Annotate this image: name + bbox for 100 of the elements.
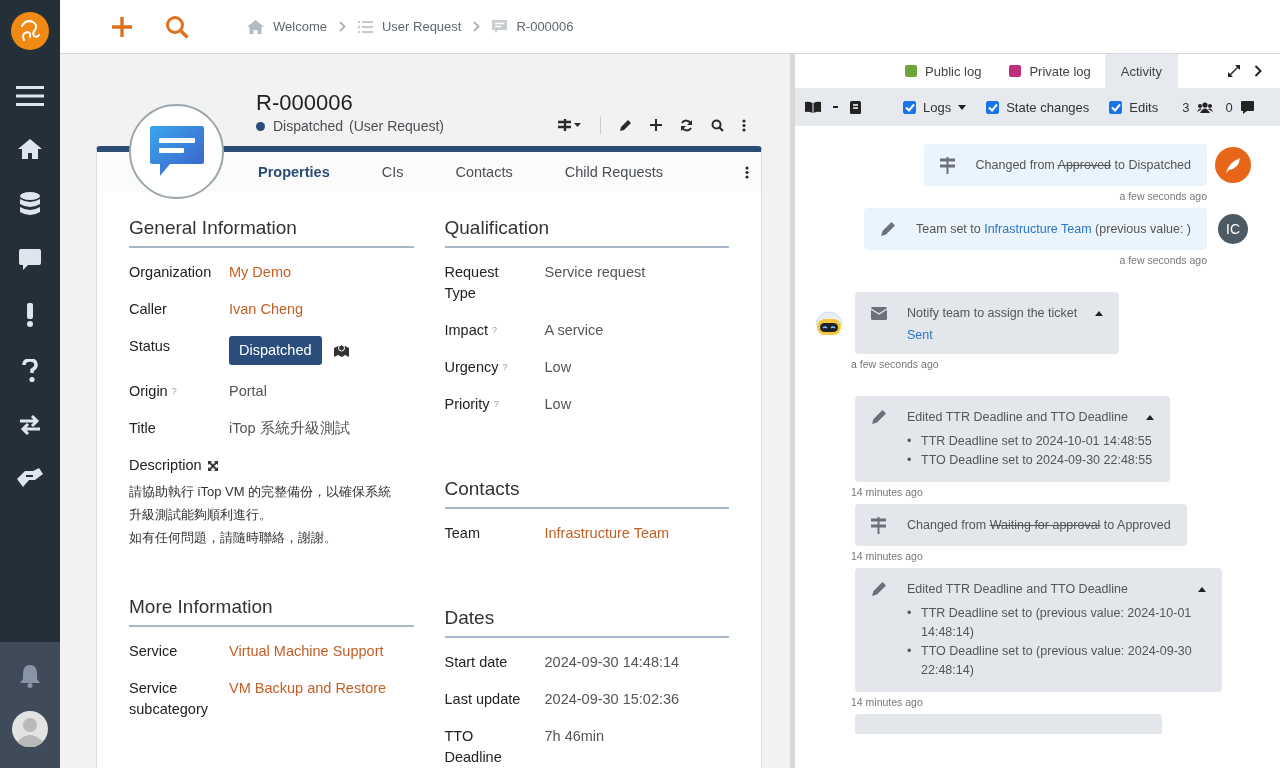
panel-tab[interactable]: Private log	[995, 54, 1105, 88]
field-link[interactable]: My Demo	[229, 262, 292, 283]
checkbox[interactable]	[1109, 100, 1123, 114]
tab[interactable]: Contacts	[439, 152, 529, 192]
comment-icon[interactable]	[1240, 100, 1254, 114]
field-link[interactable]: Infrastructure Team	[544, 523, 670, 544]
field-label: Start date	[444, 654, 508, 670]
field-link[interactable]: VM Backup and Restore	[229, 678, 387, 720]
expand-icon[interactable]	[207, 460, 218, 471]
tab[interactable]: CIs	[365, 152, 420, 192]
field-label: Organization	[129, 264, 212, 280]
envelope-icon	[871, 306, 887, 320]
breadcrumb-link[interactable]: Welcome	[247, 19, 327, 34]
entry-title: Edited TTR Deadline and TTO Deadline	[907, 581, 1128, 598]
timestamp: 14 minutes ago	[850, 550, 924, 562]
help-mark[interactable]: ?	[492, 325, 498, 335]
field-value: Portal	[229, 382, 267, 401]
field-value: 7h 46min	[544, 727, 605, 746]
pencil-icon	[871, 581, 887, 597]
field-value: A service	[544, 321, 604, 340]
chat-icon[interactable]	[18, 248, 42, 271]
field-label: Team	[444, 525, 480, 541]
more-options-icon[interactable]	[745, 165, 749, 179]
field-label: Origin	[129, 383, 168, 399]
question-icon[interactable]	[22, 359, 38, 383]
field-link[interactable]: Virtual Machine Support	[229, 641, 384, 662]
filter-dropdown-icon[interactable]	[558, 119, 582, 131]
checkbox[interactable]	[903, 100, 916, 114]
field-value: Service request	[544, 263, 646, 282]
tab[interactable]: Child Requests	[548, 152, 680, 192]
field-label: Last update	[444, 691, 521, 707]
user-avatar[interactable]	[12, 710, 48, 747]
field-label: TTO Deadline	[444, 728, 502, 765]
chevron-icon	[338, 21, 346, 32]
open-book-icon[interactable]	[805, 101, 821, 113]
section-heading: Dates	[444, 606, 729, 638]
bullet-mark: •	[907, 433, 913, 450]
state-change-text: Changed from Approved to Dispatched	[975, 157, 1191, 174]
plus-icon[interactable]	[650, 119, 662, 131]
status-dot-icon	[256, 121, 265, 131]
swap-arrows-icon[interactable]	[18, 415, 42, 435]
field-label: Caller	[129, 301, 167, 317]
collapse-caret-icon[interactable]	[1095, 310, 1104, 316]
help-mark[interactable]: ?	[502, 362, 508, 372]
pencil-icon	[880, 221, 897, 237]
section-heading: Qualification	[444, 216, 729, 248]
help-mark[interactable]: ?	[171, 386, 177, 396]
caret-icon[interactable]	[958, 104, 967, 110]
pencil-icon[interactable]	[619, 118, 632, 132]
description-text: 請協助執行 iTop VM 的完整備份，以確保系統升級測試能夠順利進行。	[129, 483, 393, 524]
description-text: 如有任何問題，請隨時聯絡，謝謝。	[129, 529, 338, 547]
field-label: Description	[129, 456, 202, 475]
map-icon[interactable]	[333, 344, 349, 357]
message-icon	[492, 19, 508, 34]
help-mark[interactable]: ?	[493, 399, 499, 409]
entry-title: Edited TTR Deadline and TTO Deadline	[907, 409, 1128, 426]
notification-status-link[interactable]: Sent	[907, 328, 1104, 342]
breadcrumb-link[interactable]: R-000006	[492, 19, 574, 34]
panel-tab[interactable]: Public log	[891, 54, 996, 88]
edit-text: Team set to Infrastructure Team (previous value: )	[916, 221, 1191, 238]
breadcrumb-link[interactable]: User Request	[357, 19, 462, 34]
bullet-mark: •	[907, 605, 913, 622]
tab[interactable]: Properties	[242, 152, 346, 192]
field-label: Title	[129, 420, 156, 436]
timestamp: a few seconds ago	[850, 358, 940, 370]
users-icon[interactable]	[1197, 101, 1214, 113]
home-icon	[247, 19, 264, 34]
collapse-caret-icon[interactable]	[1198, 586, 1206, 592]
field-label: Service	[129, 643, 178, 659]
database-icon[interactable]	[19, 192, 41, 216]
more-options-icon[interactable]	[742, 118, 746, 132]
object-class: (User Request)	[349, 118, 444, 134]
change-item: TTO Deadline set to 2024-09-30 22:48:55	[921, 452, 1153, 469]
filter-checkbox[interactable]: Logs	[903, 99, 967, 115]
expand-icon[interactable]	[1228, 65, 1240, 77]
search-icon[interactable]	[711, 118, 724, 132]
signpost-icon	[871, 516, 886, 534]
filter-checkbox[interactable]: Edits	[1109, 99, 1159, 115]
home-icon[interactable]	[17, 138, 43, 160]
bell-icon[interactable]	[19, 663, 41, 688]
field-label: Priority	[444, 396, 490, 412]
logo-icon[interactable]	[11, 12, 49, 50]
collapse-caret-icon[interactable]	[1145, 414, 1154, 420]
section-heading: General Information	[129, 216, 414, 248]
field-label: Status	[129, 338, 171, 354]
filter-checkbox[interactable]: State changes	[986, 99, 1090, 115]
panel-tab[interactable]: Activity	[1104, 54, 1178, 88]
chevron-icon	[473, 21, 481, 32]
chevron-right-icon[interactable]	[1254, 65, 1262, 77]
exclamation-icon[interactable]	[26, 303, 34, 327]
feather-avatar-icon	[1215, 147, 1251, 183]
section-heading: More Information	[129, 595, 414, 627]
team-link[interactable]: Infrastructure Team	[984, 222, 1092, 236]
menu-icon[interactable]	[16, 86, 44, 106]
field-value: 2024-09-30 15:02:36	[544, 690, 680, 709]
field-link[interactable]: Ivan Cheng	[229, 299, 304, 320]
closed-book-icon[interactable]	[850, 100, 861, 114]
timestamp: 14 minutes ago	[850, 486, 924, 498]
refresh-icon[interactable]	[680, 118, 693, 132]
checkbox[interactable]	[986, 100, 1000, 114]
